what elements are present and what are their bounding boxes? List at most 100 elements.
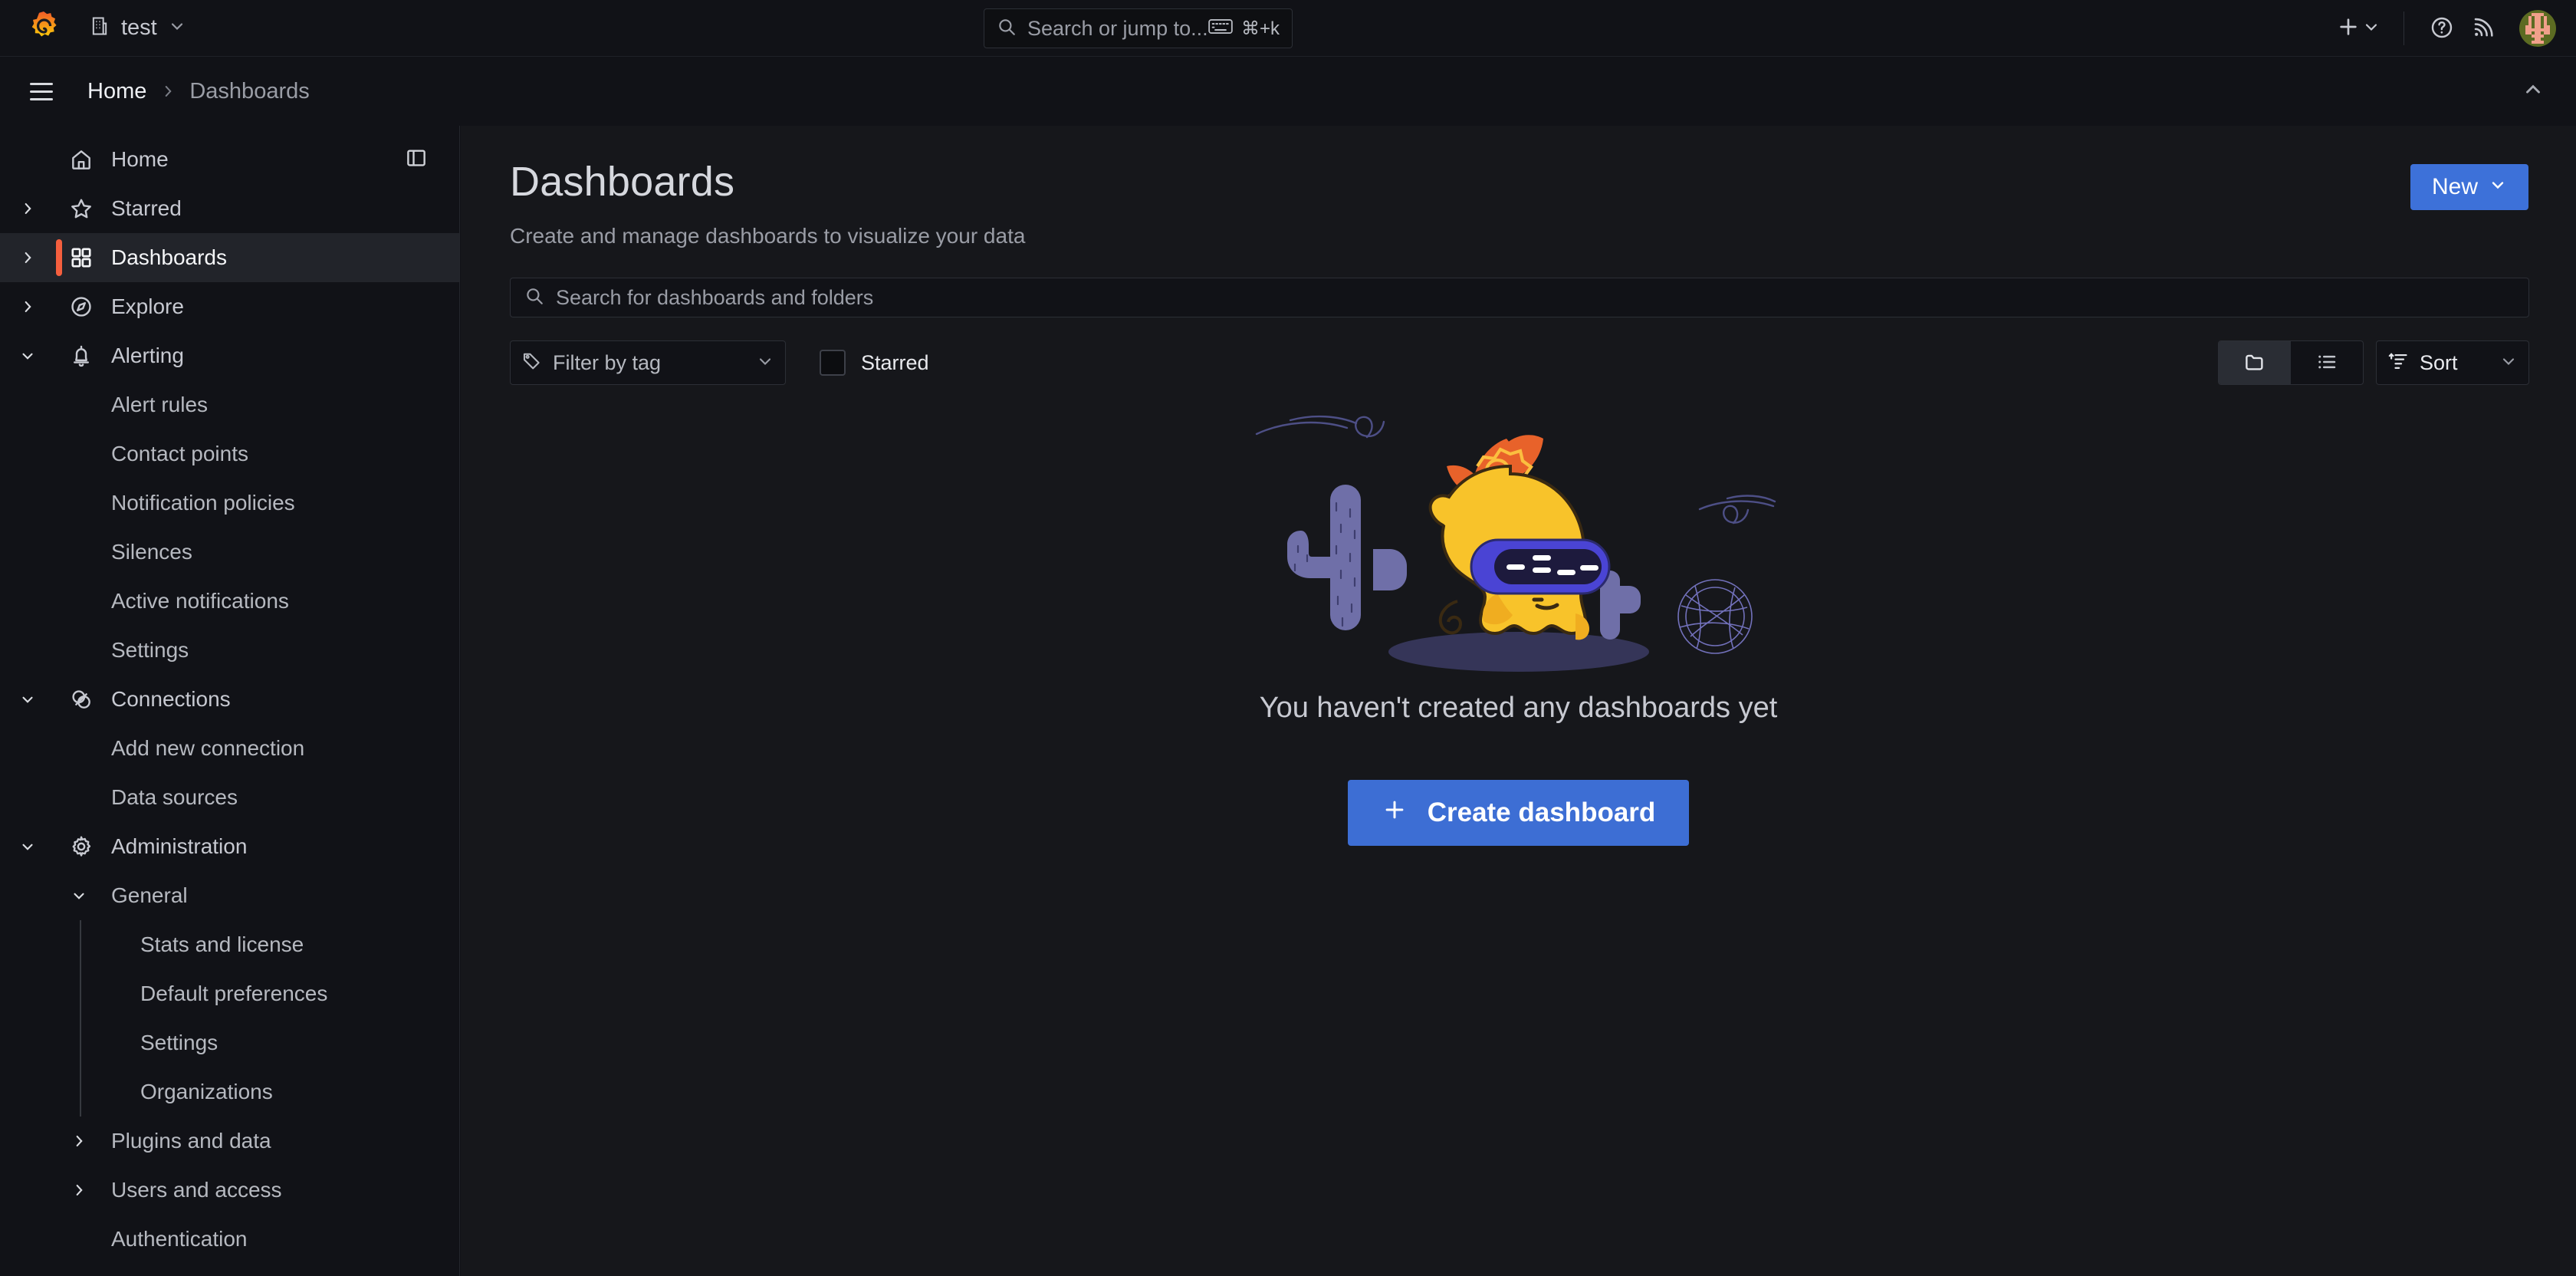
tree-guide-line [80,1067,81,1116]
chevron-up-icon [2522,78,2545,105]
tree-guide-line [80,920,81,969]
sidebar-item-home[interactable]: Home [0,135,459,184]
sidebar-item-general[interactable]: General [0,871,459,920]
create-dashboard-label: Create dashboard [1427,798,1656,827]
sidebar-item-organizations[interactable]: Organizations [0,1067,459,1116]
hamburger-menu-icon[interactable] [21,71,61,111]
checkbox-box[interactable] [820,350,846,376]
page-subtitle: Create and manage dashboards to visualiz… [510,224,1026,248]
chevron-down-icon [2489,174,2507,200]
sort-select[interactable]: Sort [2376,340,2529,385]
create-dashboard-button[interactable]: Create dashboard [1347,780,1690,846]
sidebar-item-connections[interactable]: Connections [0,675,459,724]
chevron-down-icon [2499,352,2518,374]
filter-by-tag-label: Filter by tag [553,350,662,374]
sort-amount-up-icon [2387,350,2409,376]
sidebar-item-label: Organizations [140,1080,273,1103]
breadcrumb-item-home[interactable]: Home [87,79,146,104]
star-icon [67,195,95,222]
sidebar-item-label: Authentication [111,1227,248,1251]
sidebar-item-label: General [111,883,188,907]
sidebar-item-label: Contact points [111,442,248,465]
chevron-right-icon[interactable] [14,195,41,222]
filter-by-tag-select[interactable]: Filter by tag [510,340,786,385]
sidebar-item-dashboards[interactable]: Dashboards [0,233,459,282]
folder-view-button[interactable] [2219,341,2291,384]
sort-select-label: Sort [2420,350,2458,374]
dock-menu-icon[interactable] [398,140,435,176]
sidebar-item-alerting[interactable]: Alerting [0,331,459,380]
sidebar-item-settings[interactable]: Settings [0,1018,459,1067]
page-title: Dashboards [510,159,735,205]
sidebar-item-notification-policies[interactable]: Notification policies [0,479,459,528]
sidebar-item-label: Settings [140,1031,219,1054]
search-icon [997,17,1017,41]
grafana-logo[interactable] [26,11,61,46]
plus-icon [1382,797,1408,830]
chevron-right-icon[interactable] [65,1176,93,1204]
breadcrumb: Home Dashboards [87,79,310,104]
sidebar-item-add-new-connection[interactable]: Add new connection [0,724,459,773]
sidebar-item-contact-points[interactable]: Contact points [0,429,459,479]
chevron-down-icon[interactable] [14,686,41,713]
filter-toolbar: Filter by tag Starred Sort [510,340,2529,385]
chevron-down-icon [756,352,774,374]
starred-filter-checkbox[interactable]: Starred [820,350,929,376]
chevron-down-icon[interactable] [14,342,41,370]
chevron-down-icon [2362,18,2380,40]
breadcrumb-item-dashboards[interactable]: Dashboards [189,79,309,104]
search-shortcut-hint: ⌘+k [1208,18,1280,40]
sidebar-item-explore[interactable]: Explore [0,282,459,331]
sidebar-item-starred[interactable]: Starred [0,184,459,233]
tree-guide-line [80,969,81,1018]
hamburger-line [30,82,53,85]
help-button[interactable] [2421,8,2463,49]
sidebar-item-default-preferences[interactable]: Default preferences [0,969,459,1018]
sidebar-item-plugins-and-data[interactable]: Plugins and data [0,1116,459,1166]
global-search-box[interactable]: Search or jump to... ⌘+k [984,8,1293,48]
avatar[interactable] [2519,10,2556,47]
sidebar-item-authentication[interactable]: Authentication [0,1215,459,1264]
sidebar-item-data-sources[interactable]: Data sources [0,773,459,822]
sidebar-item-label: Explore [111,294,184,318]
chevron-right-icon[interactable] [14,244,41,271]
tag-icon [521,350,542,375]
new-button[interactable]: New [2410,164,2528,210]
sidebar-item-label: Alerting [111,344,184,367]
chevron-right-icon[interactable] [65,1127,93,1155]
news-button[interactable] [2463,8,2504,49]
chevron-down-icon [168,17,186,39]
keyboard-icon [1208,18,1233,39]
chevron-right-icon[interactable] [14,293,41,321]
hamburger-line [30,90,53,93]
chevron-down-icon[interactable] [65,882,93,909]
sidebar-item-alert-rules[interactable]: Alert rules [0,380,459,429]
sidebar-item-list: Home Starred Dashboards Explore Alerting Aler… [0,126,459,1264]
organization-switcher[interactable]: test [81,11,194,45]
sidebar-item-silences[interactable]: Silences [0,528,459,577]
list-view-button[interactable] [2291,341,2363,384]
sidebar-item-administration[interactable]: Administration [0,822,459,871]
collapse-chrome-button[interactable] [2513,71,2553,111]
plus-icon [2336,15,2361,43]
global-search-placeholder: Search or jump to... [1027,16,1208,40]
question-circle-icon [2430,15,2454,42]
starred-filter-label: Starred [861,350,929,374]
sidebar-item-label: Data sources [111,785,238,809]
sidebar-item-stats-and-license[interactable]: Stats and license [0,920,459,969]
sidebar-item-label: Settings [111,638,189,662]
organization-name: test [121,15,157,40]
sidebar-item-settings[interactable]: Settings [0,626,459,675]
sidebar-item-users-and-access[interactable]: Users and access [0,1166,459,1215]
dashboard-search-row: Search for dashboards and folders [510,278,2529,317]
sidebar-item-label: Active notifications [111,589,289,613]
active-indicator [56,239,62,276]
search-input[interactable]: Search for dashboards and folders [510,278,2529,317]
sidebar-item-active-notifications[interactable]: Active notifications [0,577,459,626]
chevron-down-icon[interactable] [14,833,41,860]
sidebar-item-label: Notification policies [111,491,295,515]
rss-icon [2471,15,2496,42]
sidebar-item-label: Default preferences [140,982,328,1005]
create-new-button[interactable] [2330,10,2387,48]
global-search[interactable]: Search or jump to... ⌘+k [984,8,1293,48]
